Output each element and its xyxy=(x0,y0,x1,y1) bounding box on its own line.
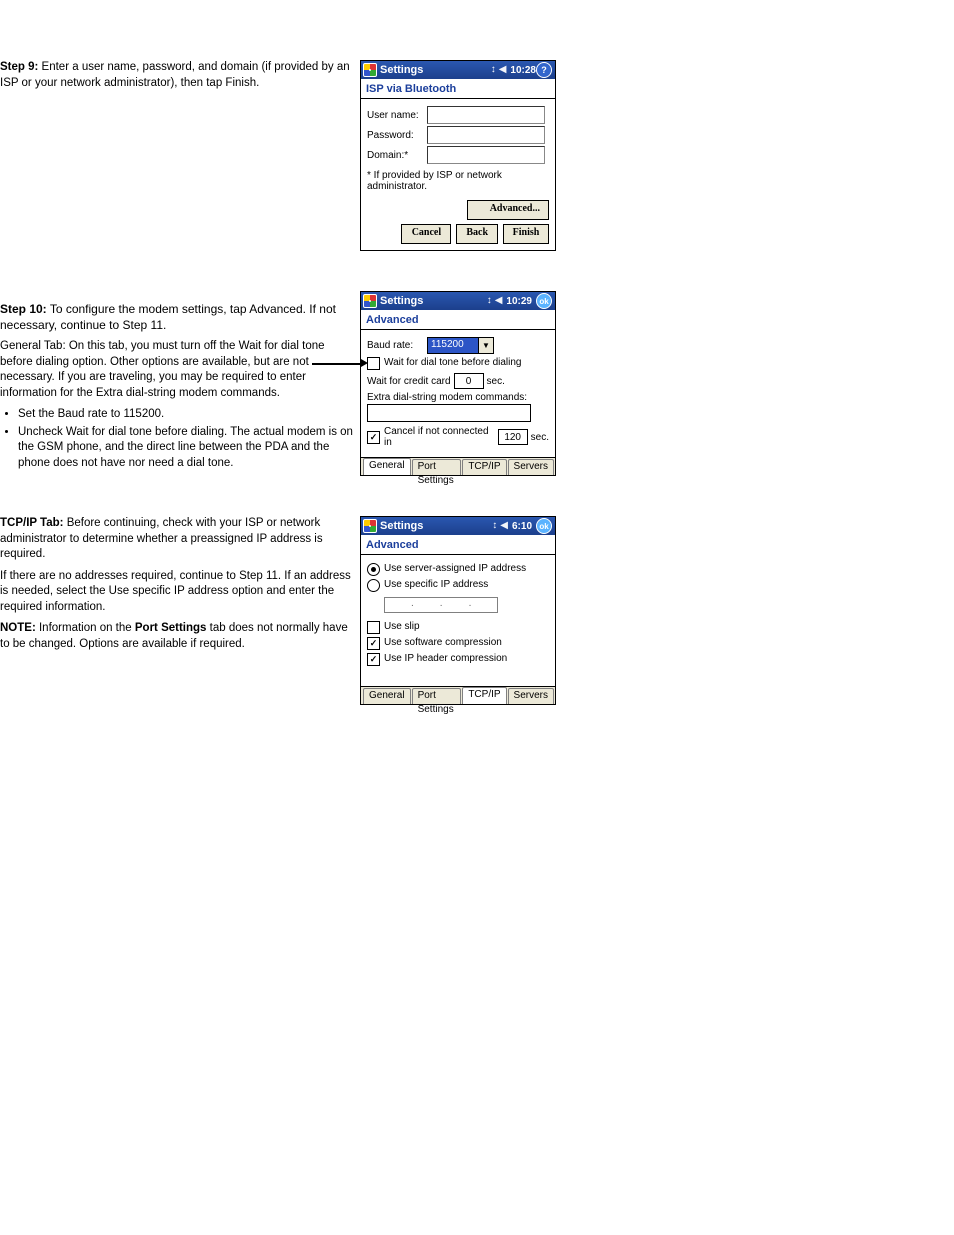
password-label: Password: xyxy=(367,130,427,141)
extra-label: Extra dial-string modem commands: xyxy=(367,392,549,403)
tab-general[interactable]: General xyxy=(363,688,411,704)
bullet-baud: Set the Baud rate to 115200. xyxy=(18,407,360,423)
signal-icon: ↕ xyxy=(492,521,497,531)
tcpip-p2: If there are no addresses required, cont… xyxy=(0,569,360,616)
screen1-footnote: * If provided by ISP or network administ… xyxy=(367,170,549,192)
wait-credit-pre: Wait for credit card xyxy=(367,376,451,387)
extra-dial-input[interactable] xyxy=(367,404,531,422)
domain-label: Domain:* xyxy=(367,150,427,161)
tab-port-settings[interactable]: Port Settings xyxy=(412,688,462,704)
cancel-if-post: sec. xyxy=(531,432,549,443)
arrow-head-icon xyxy=(361,359,368,367)
signal-icon: ↕ xyxy=(491,65,496,75)
username-input[interactable] xyxy=(427,106,545,124)
tab-tcpip[interactable]: TCP/IP xyxy=(462,687,506,704)
screen3-tabbar: General Port Settings TCP/IP Servers xyxy=(361,686,555,704)
finish-button[interactable]: Finish xyxy=(503,224,549,244)
tab-general[interactable]: General xyxy=(363,458,411,475)
tcpip-text-block: TCP/IP Tab: Before continuing, check wit… xyxy=(0,516,360,658)
wait-dial-checkbox-row[interactable]: Wait for dial tone before dialing xyxy=(367,357,549,370)
pocketpc-screen-2: Settings ↕ ◀ 10:29 ok Advanced Baud rate… xyxy=(360,291,556,476)
sound-icon: ◀ xyxy=(499,65,507,75)
baud-select[interactable]: 115200 ▼ xyxy=(427,337,494,354)
start-icon[interactable] xyxy=(363,63,377,77)
sw-comp-label: Use software compression xyxy=(384,637,502,648)
wait-dial-label: Wait for dial tone before dialing xyxy=(384,357,522,368)
specific-ip-label: Use specific IP address xyxy=(384,579,488,590)
titlebar-3: Settings ↕ ◀ 6:10 ok xyxy=(361,517,555,535)
username-label: User name: xyxy=(367,110,427,121)
step10-bullets: Set the Baud rate to 115200. Uncheck Wai… xyxy=(18,407,360,471)
wait-credit-row: Wait for credit card sec. xyxy=(367,373,549,389)
screen2-tabbar: General Port Settings TCP/IP Servers xyxy=(361,457,555,475)
tab-port-settings[interactable]: Port Settings xyxy=(412,459,462,475)
title-1: Settings xyxy=(380,64,423,76)
cancel-if-checkbox[interactable] xyxy=(367,431,380,444)
step9-instruction: Enter a user name, password, and domain … xyxy=(0,61,350,89)
cancel-if-row[interactable]: Cancel if not connected in sec. xyxy=(367,426,549,448)
signal-icon: ↕ xyxy=(487,296,492,306)
slip-row[interactable]: Use slip xyxy=(367,621,549,634)
titlebar-1: Settings ↕ ◀ 10:28 ? xyxy=(361,61,555,79)
title-3: Settings xyxy=(380,520,423,532)
screen2-heading: Advanced xyxy=(361,310,555,330)
step10-text: To configure the modem settings, tap Adv… xyxy=(0,302,336,332)
screen3-heading: Advanced xyxy=(361,535,555,555)
help-icon[interactable]: ? xyxy=(536,62,552,78)
cancel-if-input[interactable] xyxy=(498,429,528,445)
clock-1: 10:28 xyxy=(510,65,536,76)
step9-text: Step 9: Enter a user name, password, and… xyxy=(0,60,360,97)
ip-header-label: Use IP header compression xyxy=(384,653,507,664)
pocketpc-screen-1: Settings ↕ ◀ 10:28 ? ISP via Bluetooth U… xyxy=(360,60,556,251)
step10-general-tab-text: General Tab: On this tab, you must turn … xyxy=(0,339,360,401)
specific-ip-row[interactable]: Use specific IP address xyxy=(367,579,549,592)
sw-comp-checkbox[interactable] xyxy=(367,637,380,650)
domain-input[interactable] xyxy=(427,146,545,164)
step10-text-block: Step 10: To configure the modem settings… xyxy=(0,291,360,474)
sound-icon: ◀ xyxy=(495,296,503,306)
tab-servers[interactable]: Servers xyxy=(508,459,554,475)
wait-credit-post: sec. xyxy=(487,376,505,387)
ok-button[interactable]: ok xyxy=(536,293,552,309)
titlebar-2: Settings ↕ ◀ 10:29 ok xyxy=(361,292,555,310)
bullet-uncheck: Uncheck Wait for dial tone before dialin… xyxy=(18,425,360,472)
server-ip-label: Use server-assigned IP address xyxy=(384,563,526,574)
server-ip-radio[interactable] xyxy=(367,563,380,576)
sound-icon: ◀ xyxy=(500,521,508,531)
slip-label: Use slip xyxy=(384,621,420,632)
chevron-down-icon[interactable]: ▼ xyxy=(478,338,493,353)
title-2: Settings xyxy=(380,295,423,307)
ip-header-row[interactable]: Use IP header compression xyxy=(367,653,549,666)
clock-3: 6:10 xyxy=(512,521,532,532)
tab-servers[interactable]: Servers xyxy=(508,688,554,704)
step10-title: Step 10: xyxy=(0,302,47,316)
specific-ip-radio[interactable] xyxy=(367,579,380,592)
baud-value: 115200 xyxy=(428,338,478,353)
screen1-heading: ISP via Bluetooth xyxy=(361,79,555,99)
pocketpc-screen-3: Settings ↕ ◀ 6:10 ok Advanced Use server… xyxy=(360,516,556,705)
slip-checkbox[interactable] xyxy=(367,621,380,634)
tab-tcpip[interactable]: TCP/IP xyxy=(462,459,506,475)
start-icon[interactable] xyxy=(363,294,377,308)
port-settings-note: NOTE: Information on the Port Settings t… xyxy=(0,621,360,652)
baud-label: Baud rate: xyxy=(367,340,427,351)
sw-comp-row[interactable]: Use software compression xyxy=(367,637,549,650)
arrow-line xyxy=(312,363,362,365)
ip-address-input[interactable]: ... xyxy=(384,597,498,613)
server-ip-row[interactable]: Use server-assigned IP address xyxy=(367,563,549,576)
cancel-button[interactable]: Cancel xyxy=(401,224,451,244)
wait-credit-input[interactable] xyxy=(454,373,484,389)
ok-button[interactable]: ok xyxy=(536,518,552,534)
password-input[interactable] xyxy=(427,126,545,144)
start-icon[interactable] xyxy=(363,519,377,533)
clock-2: 10:29 xyxy=(506,296,532,307)
wait-dial-checkbox[interactable] xyxy=(367,357,380,370)
ip-header-checkbox[interactable] xyxy=(367,653,380,666)
cancel-if-pre: Cancel if not connected in xyxy=(384,426,495,448)
advanced-button[interactable]: Advanced... xyxy=(467,200,549,220)
back-button[interactable]: Back xyxy=(456,224,498,244)
